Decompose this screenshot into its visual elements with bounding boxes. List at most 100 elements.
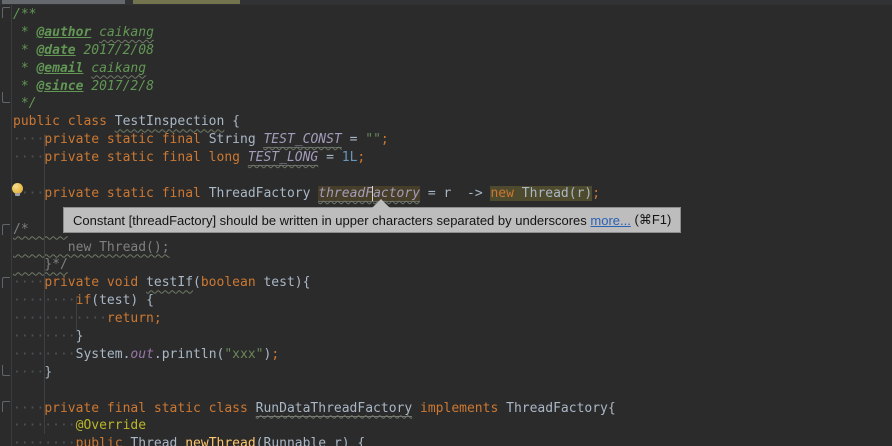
fold-marker-end[interactable] bbox=[2, 365, 10, 376]
code-token: = bbox=[318, 150, 341, 165]
code-token: boolean bbox=[201, 275, 264, 290]
code-token: ThreadFactory{ bbox=[498, 401, 615, 416]
fold-marker-end[interactable] bbox=[2, 92, 10, 103]
code-line: */ bbox=[12, 95, 892, 113]
code-token: { bbox=[224, 114, 240, 129]
code-line: }*/ bbox=[12, 256, 892, 274]
fold-marker-start[interactable] bbox=[2, 224, 10, 235]
code-token: ; bbox=[357, 150, 365, 165]
code-line: ····private static final String TEST_CON… bbox=[12, 131, 892, 149]
code-token: System. bbox=[76, 347, 131, 362]
code-token: TEST_CONST bbox=[263, 132, 341, 148]
code-token: = bbox=[342, 132, 365, 147]
code-token: = r -> bbox=[420, 186, 490, 201]
code-token: RunDataThreadFactory bbox=[256, 401, 413, 417]
code-token bbox=[412, 401, 420, 416]
code-line: ········if(test) { bbox=[12, 292, 892, 310]
editor-gutter bbox=[0, 5, 12, 446]
intention-bulb-icon[interactable] bbox=[12, 183, 23, 194]
code-line: ········@Override bbox=[12, 417, 892, 435]
code-token: 1L bbox=[342, 150, 358, 165]
indent-guide bbox=[44, 134, 45, 434]
code-token: out bbox=[130, 347, 153, 362]
code-line: ············return; bbox=[12, 310, 892, 328]
code-token: "" bbox=[365, 132, 381, 147]
tab-indicator-2[interactable] bbox=[133, 0, 240, 4]
code-token: */ bbox=[13, 96, 36, 111]
code-token: @date bbox=[36, 43, 75, 58]
code-line bbox=[12, 167, 892, 185]
code-token: (Runnable r) { bbox=[256, 436, 366, 446]
code-token: ···· bbox=[13, 132, 44, 147]
code-line: ········System.out.println("xxx"); bbox=[12, 346, 892, 364]
code-token: .println( bbox=[154, 347, 224, 362]
code-token: threadF bbox=[318, 186, 373, 202]
code-token: 2017/2/8 bbox=[83, 79, 153, 94]
code-line: ········public Thread newThread(Runnable… bbox=[12, 435, 892, 446]
code-token: * bbox=[13, 79, 36, 94]
code-token: TEST_LONG bbox=[248, 150, 318, 166]
code-token: ···· bbox=[13, 150, 44, 165]
indent-guide bbox=[76, 296, 77, 332]
code-token: caikang bbox=[91, 61, 146, 76]
tooltip-arrow-icon bbox=[372, 199, 390, 208]
code-line: /** bbox=[12, 6, 892, 24]
code-token: * bbox=[13, 25, 36, 40]
code-line: ····private static final ThreadFactory t… bbox=[12, 185, 892, 203]
editor-tab-strip bbox=[0, 0, 892, 5]
code-line: ····private void testIf(boolean test){ bbox=[12, 274, 892, 292]
code-token: }*/ bbox=[13, 257, 68, 272]
code-line bbox=[12, 382, 892, 400]
code-token: if bbox=[76, 293, 92, 308]
code-token: Thread(r) bbox=[522, 186, 592, 201]
code-token: ···· bbox=[13, 401, 44, 416]
code-token: * bbox=[13, 43, 36, 58]
code-token: TestInspection bbox=[115, 114, 225, 129]
fold-marker-start[interactable] bbox=[2, 7, 10, 18]
fold-marker-start[interactable] bbox=[2, 277, 10, 288]
code-token: @email bbox=[36, 61, 83, 76]
code-token: private final static class bbox=[44, 401, 255, 416]
code-token: new Thread(); bbox=[13, 240, 170, 255]
code-token: ( bbox=[193, 275, 201, 290]
code-token: implements bbox=[420, 401, 498, 416]
code-line: * @email caikang bbox=[12, 60, 892, 78]
code-token: /** bbox=[13, 7, 36, 22]
code-token: @Override bbox=[76, 418, 146, 433]
code-token: test){ bbox=[263, 275, 310, 290]
code-token: ; bbox=[381, 132, 389, 147]
code-line: ····} bbox=[12, 364, 892, 382]
code-line: new Thread(); bbox=[12, 239, 892, 257]
code-token: (test) { bbox=[91, 293, 154, 308]
code-token: @author bbox=[36, 25, 91, 40]
code-token: newThread bbox=[185, 436, 255, 446]
code-token: Thread bbox=[130, 436, 185, 446]
code-line: * @author caikang bbox=[12, 24, 892, 42]
code-token: public bbox=[76, 436, 131, 446]
code-token: ; bbox=[592, 186, 600, 201]
code-token: } bbox=[44, 365, 52, 380]
fold-marker-start[interactable] bbox=[2, 401, 10, 412]
code-token: new bbox=[490, 186, 521, 201]
code-token: caikang bbox=[99, 25, 154, 40]
code-line: ····private final static class RunDataTh… bbox=[12, 400, 892, 418]
code-token: ; bbox=[271, 347, 279, 362]
code-token: ···· bbox=[13, 275, 44, 290]
code-token: "xxx" bbox=[224, 347, 263, 362]
code-token: ···· bbox=[13, 365, 44, 380]
code-line: * @since 2017/2/8 bbox=[12, 78, 892, 96]
code-token: * bbox=[13, 61, 36, 76]
code-token: public class bbox=[13, 114, 115, 129]
code-token: /* bbox=[13, 222, 68, 237]
more-link[interactable]: more... bbox=[590, 213, 630, 228]
code-token: 2017/2/08 bbox=[76, 43, 154, 58]
code-token: private static final long bbox=[44, 150, 248, 165]
tab-indicator-1[interactable] bbox=[2, 0, 125, 4]
code-line: ········} bbox=[12, 328, 892, 346]
tooltip-shortcut: (⌘F1) bbox=[631, 212, 671, 228]
code-token: private static final bbox=[44, 186, 208, 201]
code-token: @since bbox=[36, 79, 83, 94]
code-token: return; bbox=[107, 311, 162, 326]
ide-editor-window: /** * @author caikang * @date 2017/2/08 … bbox=[0, 0, 892, 446]
code-token: ThreadFactory bbox=[209, 186, 319, 201]
